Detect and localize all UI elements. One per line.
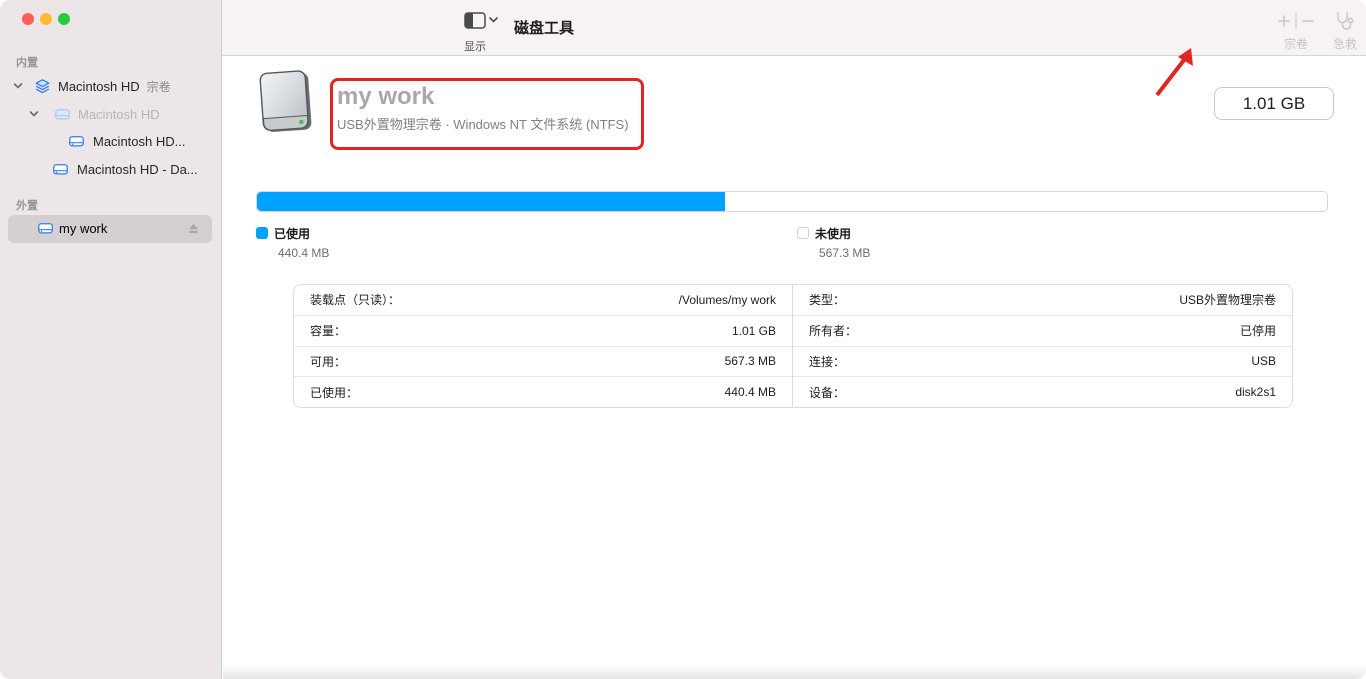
toolbar: 显示 磁盘工具 宗卷 急救 分区 抹掉 xyxy=(222,0,1366,56)
info-table: 装载点（只读）： /Volumes/my work 容量： 1.01 GB 可用： 5… xyxy=(293,284,1293,408)
table-row: 容量： 1.01 GB xyxy=(294,315,792,346)
partition-button: 分区 xyxy=(1361,10,1366,52)
row-label: 所有者： xyxy=(809,322,857,339)
zoom-button[interactable] xyxy=(58,13,70,25)
sidebar-section-external: 外置 xyxy=(16,197,38,213)
table-row: 可用： 567.3 MB xyxy=(294,346,792,377)
close-button[interactable] xyxy=(22,13,34,25)
row-label: 类型： xyxy=(809,291,845,308)
table-row: 所有者： 已停用 xyxy=(793,315,1292,346)
sidebar-item-macintosh-hd-volume[interactable]: Macintosh HD... xyxy=(0,129,222,153)
chevron-down-icon[interactable] xyxy=(28,108,40,120)
sidebar-item-label: Macintosh HD - Da... xyxy=(77,162,198,177)
first-aid-icon xyxy=(1333,10,1357,32)
used-value: 440.4 MB xyxy=(278,246,329,260)
row-label: 容量： xyxy=(310,322,346,339)
sidebar-section-internal: 内置 xyxy=(16,54,38,70)
sidebar-item-macintosh-hd-group[interactable]: Macintosh HD宗卷 xyxy=(0,74,222,98)
row-label: 已使用： xyxy=(310,384,358,401)
minimize-button[interactable] xyxy=(40,13,52,25)
volume-group-icon xyxy=(33,77,52,96)
chevron-down-icon[interactable] xyxy=(12,80,24,92)
sidebar-item-label: Macintosh HD宗卷 xyxy=(58,78,171,95)
add-remove-volume-icon xyxy=(1274,10,1318,32)
unused-value: 567.3 MB xyxy=(819,246,870,260)
used-label: 已使用 xyxy=(274,225,310,242)
toolbar-label: 急救 xyxy=(1333,35,1357,52)
sidebar-item-label: my work xyxy=(59,221,107,236)
usage-bar xyxy=(256,191,1328,212)
info-table-left: 装载点（只读）： /Volumes/my work 容量： 1.01 GB 可用： 5… xyxy=(294,285,793,407)
eject-icon[interactable] xyxy=(187,222,200,235)
table-row: 已使用： 440.4 MB xyxy=(294,376,792,407)
row-label: 连接： xyxy=(809,353,845,370)
window-title: 磁盘工具 xyxy=(514,17,574,38)
sidebar-item-macintosh-hd-container[interactable]: Macintosh HD xyxy=(0,102,222,126)
table-row: 装载点（只读）： /Volumes/my work xyxy=(294,285,792,315)
row-value: 440.4 MB xyxy=(725,385,776,399)
info-table-right: 类型： USB外置物理宗卷 所有者： 已停用 连接： USB 设备： disk2s1 xyxy=(793,285,1292,407)
toolbar-label: 宗卷 xyxy=(1284,35,1308,52)
row-value: USB外置物理宗卷 xyxy=(1179,291,1276,308)
used-swatch xyxy=(256,227,268,239)
show-label: 显示 xyxy=(464,38,508,54)
table-row: 设备： disk2s1 xyxy=(793,376,1292,407)
volume-description: USB外置物理宗卷 · Windows NT 文件系统 (NTFS) xyxy=(337,114,629,133)
show-sidebar-control[interactable]: 显示 xyxy=(464,12,508,54)
row-value: USB xyxy=(1251,354,1276,368)
disk-utility-window: 内置 Macintosh HD宗卷 Macintosh HD xyxy=(0,0,1366,679)
usage-bar-used-segment xyxy=(257,192,725,211)
row-value: disk2s1 xyxy=(1235,385,1276,399)
row-value: 1.01 GB xyxy=(732,324,776,338)
table-row: 类型： USB外置物理宗卷 xyxy=(793,285,1292,315)
table-row: 连接： USB xyxy=(793,346,1292,377)
volume-add-remove-button: 宗卷 xyxy=(1274,10,1318,52)
volume-title: my work xyxy=(337,83,434,111)
drive-icon xyxy=(36,219,55,238)
capacity-badge: 1.01 GB xyxy=(1214,87,1334,120)
external-drive-image xyxy=(254,69,318,139)
sidebar-item-macintosh-hd-data[interactable]: Macintosh HD - Da... xyxy=(0,157,222,181)
row-value: /Volumes/my work xyxy=(679,293,776,307)
unused-swatch xyxy=(797,227,809,239)
sidebar: 内置 Macintosh HD宗卷 Macintosh HD xyxy=(0,0,222,679)
sidebar-item-my-work[interactable]: my work xyxy=(8,215,212,243)
row-label: 装载点（只读）： xyxy=(310,291,400,308)
volume-badge: 宗卷 xyxy=(147,80,171,94)
sidebar-item-label: Macintosh HD... xyxy=(93,134,185,149)
drive-icon xyxy=(53,105,72,124)
main-content: my work USB外置物理宗卷 · Windows NT 文件系统 (NTF… xyxy=(223,57,1366,679)
first-aid-button: 急救 xyxy=(1323,10,1366,52)
row-value: 567.3 MB xyxy=(725,354,776,368)
drive-icon xyxy=(67,132,86,151)
row-label: 设备： xyxy=(809,384,845,401)
row-value: 已停用 xyxy=(1240,322,1276,339)
row-label: 可用： xyxy=(310,353,346,370)
unused-label: 未使用 xyxy=(815,225,851,242)
drive-icon xyxy=(51,160,70,179)
sidebar-item-label: Macintosh HD xyxy=(78,107,160,122)
sidebar-toggle-icon[interactable] xyxy=(464,12,498,29)
